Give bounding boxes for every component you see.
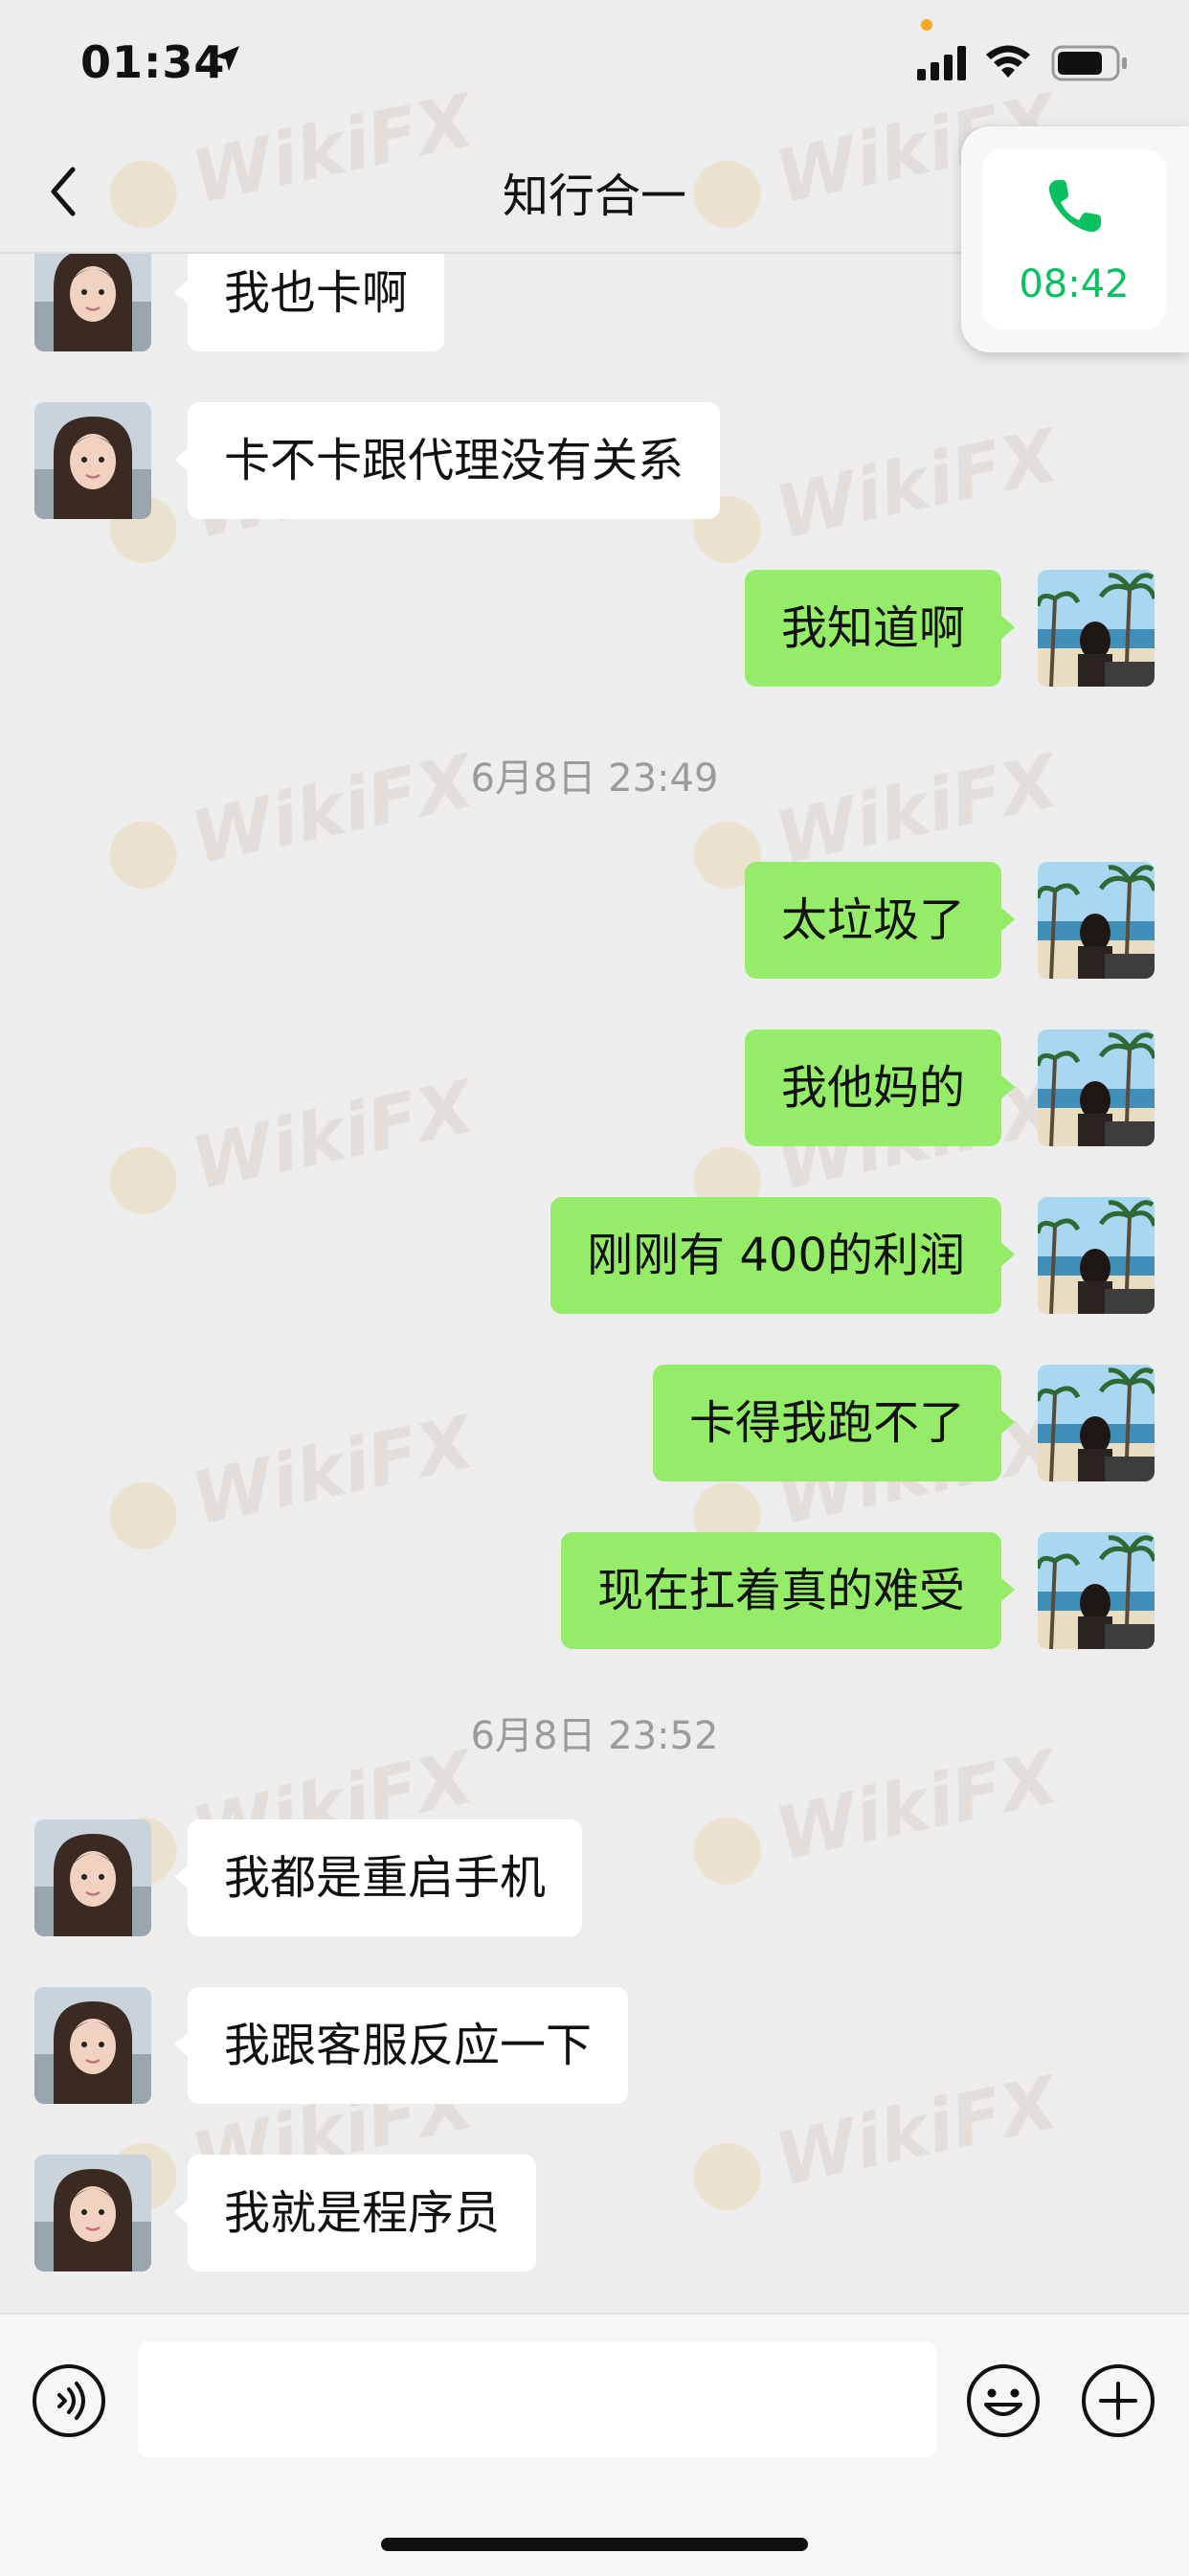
contact-avatar[interactable] (34, 254, 151, 351)
outgoing-message-bubble[interactable]: 我知道啊 (744, 570, 1016, 687)
message-input[interactable] (138, 2341, 936, 2458)
incoming-message-bubble[interactable]: 我跟客服反应一下 (173, 1987, 629, 2104)
outgoing-message-bubble[interactable]: 卡得我跑不了 (652, 1365, 1016, 1481)
status-time: 01:34 (80, 36, 226, 88)
incoming-message-bubble[interactable]: 我都是重启手机 (173, 1819, 583, 1936)
incoming-message-bubble[interactable]: 我也卡啊 (173, 254, 445, 351)
incoming-message-bubble[interactable]: 卡不卡跟代理没有关系 (173, 402, 721, 519)
input-bar (0, 2313, 1189, 2576)
my-avatar[interactable] (1038, 862, 1155, 979)
outgoing-message-bubble[interactable]: 太垃圾了 (744, 862, 1016, 979)
voice-input-icon[interactable] (31, 2362, 107, 2439)
my-avatar[interactable] (1038, 570, 1155, 687)
my-avatar[interactable] (1038, 1365, 1155, 1481)
privacy-indicator (921, 19, 932, 31)
outgoing-message-bubble[interactable]: 现在扛着真的难受 (560, 1532, 1016, 1649)
contact-avatar[interactable] (34, 402, 151, 519)
wifi-icon (986, 45, 1030, 78)
my-avatar[interactable] (1038, 1532, 1155, 1649)
contact-avatar[interactable] (34, 2155, 151, 2271)
home-indicator (381, 2538, 808, 2551)
timestamp: 6月8日 23:52 (470, 1714, 719, 1758)
my-avatar[interactable] (1038, 1029, 1155, 1146)
cellular-signal-icon (917, 46, 966, 80)
my-avatar[interactable] (1038, 1197, 1155, 1314)
timestamp: 6月8日 23:49 (470, 757, 719, 801)
message-list: 我也卡啊卡不卡跟代理没有关系 我知道啊 6月8日 23:49 太垃圾了我他妈的刚刚有 … (0, 254, 1189, 2313)
phone-icon (1048, 180, 1101, 233)
location-arrow-icon (214, 46, 239, 71)
incoming-message-bubble[interactable]: 我就是程序员 (173, 2155, 537, 2271)
emoji-icon[interactable] (965, 2362, 1042, 2439)
outgoing-message-bubble[interactable]: 我他妈的 (744, 1029, 1016, 1146)
more-plus-icon[interactable] (1080, 2362, 1156, 2439)
contact-avatar[interactable] (34, 1987, 151, 2104)
contact-avatar[interactable] (34, 1819, 151, 1936)
battery-icon (1051, 45, 1127, 81)
status-bar: 01:34 (0, 0, 1189, 129)
outgoing-message-bubble[interactable]: 刚刚有 400的利润 (550, 1197, 1015, 1314)
